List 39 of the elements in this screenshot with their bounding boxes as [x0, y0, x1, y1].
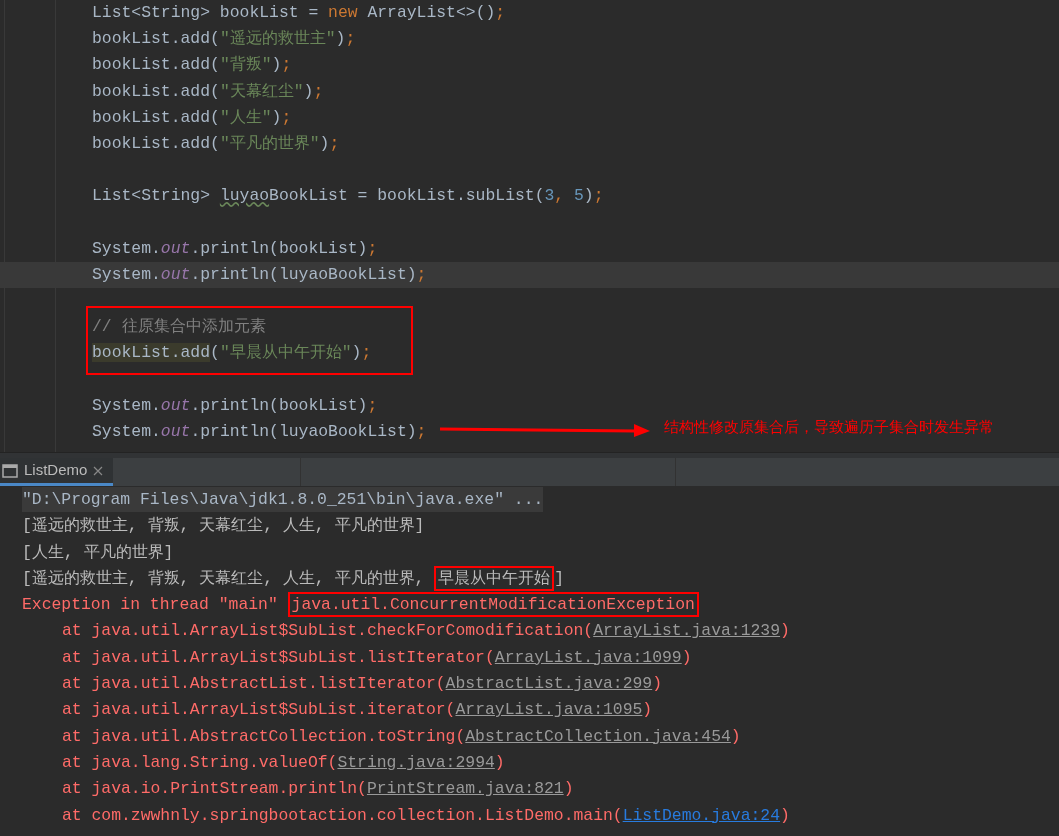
code-line: List<String> luyaoBookList = bookList.subList(3, 5); [91, 185, 604, 208]
file-link[interactable]: ArrayList.java:1239 [593, 621, 781, 641]
console-line: at java.util.ArrayList$SubList.listIterator(ArrayList.java:1099) [62, 647, 692, 667]
console-line: [遥远的救世主, 背叛, 天幕红尘, 人生, 平凡的世界] [22, 516, 425, 536]
code-line: bookList.add("背叛"); [91, 54, 292, 77]
console-line: [人生, 平凡的世界] [22, 542, 174, 562]
console-line: [遥远的救世主, 背叛, 天幕红尘, 人生, 平凡的世界, 早晨从中午开始 ] [22, 565, 565, 591]
code-line: List<String> bookList = new ArrayList<>(); [91, 2, 506, 24]
console-line: at java.io.PrintStream.println(PrintStream.java:821) [62, 779, 574, 799]
code-line: // 往原集合中添加元素 [91, 316, 266, 339]
code-line: System.out.println(luyaoBookList); [91, 421, 427, 443]
console-line: at java.util.ArrayList$SubList.checkForComodification(ArrayList.java:1239) [62, 621, 790, 641]
boxed-text: 早晨从中午开始 [434, 565, 555, 591]
annotation-text: 结构性修改原集合后，导致遍历子集合时发生异常 [664, 417, 994, 437]
boxed-text: java.util.ConcurrentModificationException [287, 592, 699, 618]
file-link[interactable]: ArrayList.java:1099 [494, 647, 682, 667]
code-line: System.out.println(bookList); [91, 394, 378, 417]
file-link[interactable]: AbstractList.java:299 [445, 674, 653, 694]
console-tab[interactable]: ListDemo [0, 458, 114, 486]
code-line: bookList.add("平凡的世界"); [91, 132, 340, 155]
console-line: at java.lang.String.valueOf(String.java:2994) [62, 752, 505, 772]
console-line: Exception in thread "main" java.util.ConcurrentModificationException [22, 592, 699, 618]
console-line: at java.util.AbstractCollection.toString(AbstractCollection.java:454) [62, 726, 741, 746]
file-link[interactable]: AbstractCollection.java:454 [465, 726, 731, 746]
file-link[interactable]: PrintStream.java:821 [366, 779, 564, 799]
code-line: bookList.add("遥远的救世主"); [91, 28, 356, 51]
code-line: bookList.add("天幕红尘"); [91, 80, 324, 103]
console-line: at java.util.AbstractList.listIterator(AbstractList.java:299) [62, 674, 662, 694]
code-line: System.out.println(bookList); [91, 237, 378, 260]
file-link[interactable]: String.java:2994 [337, 752, 495, 772]
file-link[interactable]: ListDemo.java:24 [622, 805, 781, 825]
console-line: at java.util.ArrayList$SubList.iterator(ArrayList.java:1095) [62, 700, 653, 720]
close-icon[interactable] [93, 465, 104, 476]
code-line: bookList.add("人生"); [91, 106, 292, 129]
code-line: System.out.println(luyaoBookList); [91, 263, 427, 286]
console-line: at com.zwwhnly.springbootaction.collection.ListDemo.main(ListDemo.java:24) [62, 805, 790, 825]
file-link[interactable]: ArrayList.java:1095 [455, 700, 643, 720]
code-line: bookList.add("早晨从中午开始"); [91, 342, 372, 365]
console-icon [2, 463, 18, 478]
